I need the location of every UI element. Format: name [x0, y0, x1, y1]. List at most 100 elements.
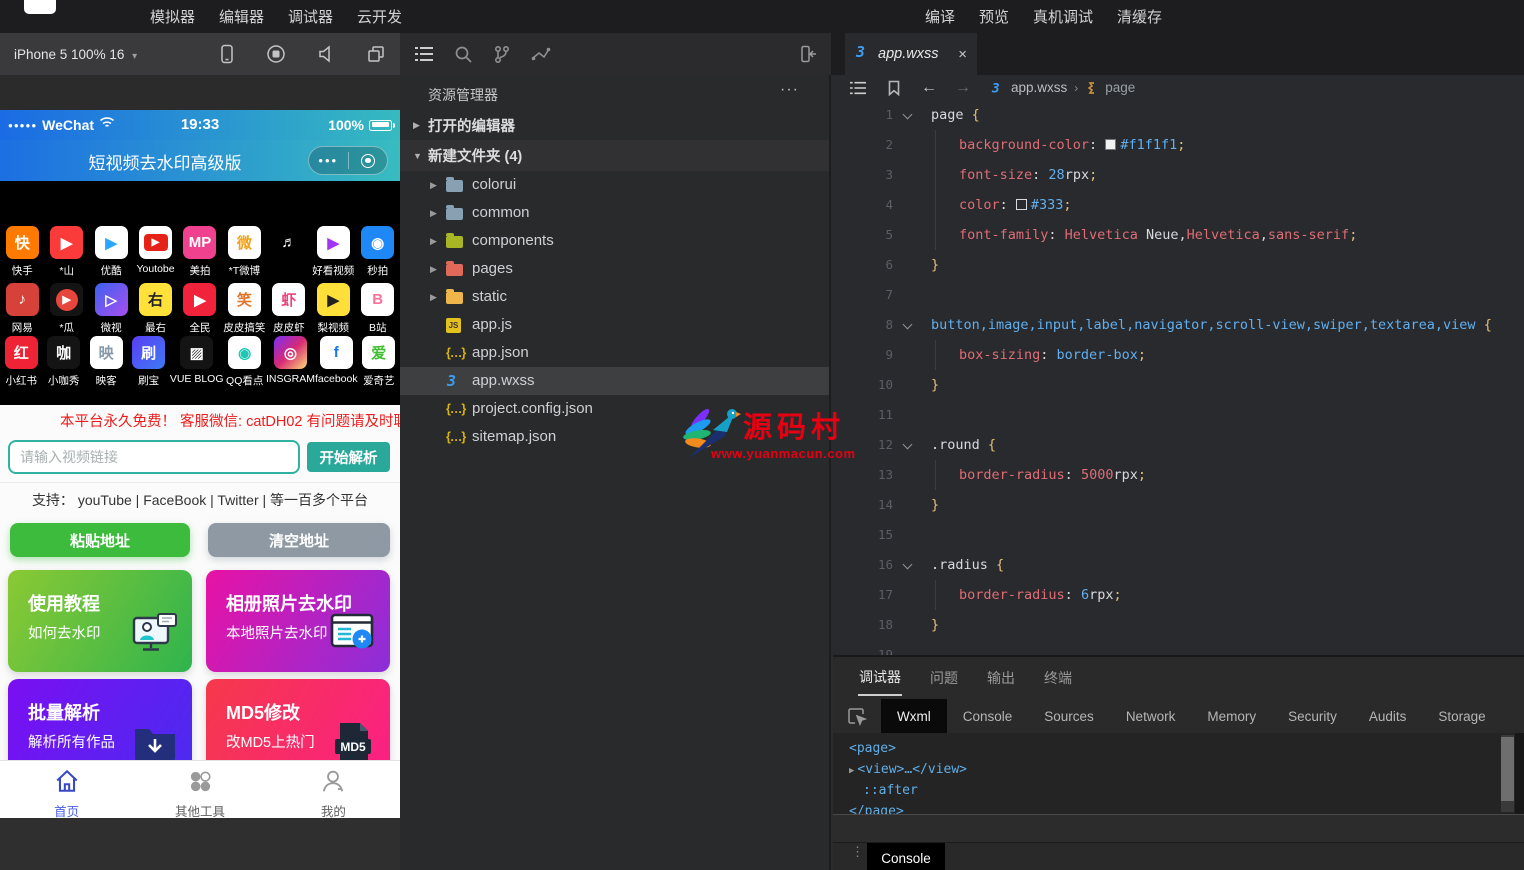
devtools-tab-security[interactable]: Security — [1272, 699, 1353, 733]
chevron-right-icon[interactable]: ▶ — [430, 264, 437, 275]
app-icon-item[interactable]: 虾皮皮虾 — [267, 283, 311, 337]
tab-app-wxss[interactable]: 3 app.wxss × — [845, 33, 977, 75]
feature-card-0[interactable]: 使用教程 如何去水印 — [8, 570, 192, 672]
exit-target-icon[interactable] — [349, 153, 388, 168]
app-icon-item[interactable]: ♪ 网易 — [0, 283, 44, 337]
back-arrow-icon[interactable]: ← — [921, 79, 937, 97]
tabbar-item-2[interactable]: 我的 — [267, 761, 400, 818]
devtools-tab-wxml[interactable]: Wxml — [881, 699, 947, 733]
wxml-node-0[interactable]: <page> — [833, 738, 1524, 759]
debugger-tab-1[interactable]: 问题 — [929, 659, 959, 695]
devtools-tab-storage[interactable]: Storage — [1422, 699, 1501, 733]
menubar-action-3[interactable]: 清缓存 — [1117, 6, 1162, 27]
chevron-right-icon[interactable]: ▶ — [430, 292, 437, 303]
more-dots-icon[interactable]: ••• — [309, 148, 348, 174]
devtools-tab-sources[interactable]: Sources — [1028, 699, 1110, 733]
start-parse-button[interactable]: 开始解析 — [307, 442, 390, 472]
app-icon-item[interactable]: f facebook — [315, 336, 358, 390]
app-icon-item[interactable]: ▶ 好看视频 — [311, 226, 355, 280]
app-icon-item[interactable]: ♬ — [267, 226, 311, 280]
inspect-element-icon[interactable] — [833, 699, 881, 733]
collapse-panel-icon[interactable] — [799, 44, 819, 64]
app-icon-item[interactable]: 咖小咖秀 — [42, 336, 84, 390]
debugger-tab-3[interactable]: 终端 — [1043, 659, 1073, 695]
breadcrumb-node[interactable]: page — [1105, 80, 1135, 95]
explorer-section-1[interactable]: ▼ 新建文件夹 (4) — [400, 140, 829, 171]
expand-arrow-icon[interactable]: ▶ — [849, 766, 854, 776]
app-icon-item[interactable]: ▶ 梨视频 — [311, 283, 355, 337]
tabbar-item-1[interactable]: 其他工具 — [133, 761, 266, 818]
menubar-action-1[interactable]: 预览 — [979, 6, 1009, 27]
breadcrumb-file[interactable]: app.wxss — [1011, 80, 1067, 95]
app-icon-item[interactable]: ▶ 全民 — [178, 283, 222, 337]
record-stop-icon[interactable] — [266, 44, 286, 64]
app-icon-item[interactable]: B B站 — [356, 283, 400, 337]
drawer-handle-icon[interactable]: ⋮ — [851, 845, 864, 858]
devtools-tab-audits[interactable]: Audits — [1353, 699, 1423, 733]
fold-chevron-icon[interactable] — [902, 109, 913, 120]
chevron-right-icon[interactable]: ▶ — [430, 208, 437, 219]
menubar-item-0[interactable]: 模拟器 — [150, 6, 195, 27]
scrollbar-thumb[interactable] — [1501, 737, 1514, 801]
chevron-right-icon[interactable]: ▶ — [430, 236, 437, 247]
chevron-right-icon[interactable]: ▶ — [430, 180, 437, 191]
chevron-right-icon[interactable]: ▶ — [413, 120, 420, 131]
app-icon-item[interactable]: ◉ QQ看点 — [224, 336, 266, 390]
tree-item-colorui[interactable]: ▶ colorui — [400, 171, 829, 199]
tree-item-app.js[interactable]: JS app.js — [400, 311, 829, 339]
tree-item-app.json[interactable]: {…} app.json — [400, 339, 829, 367]
app-icon-item[interactable]: ▶ Youtobe — [133, 226, 177, 280]
clear-url-button[interactable]: 清空地址 — [208, 523, 390, 557]
app-icon-item[interactable]: 映映客 — [85, 336, 127, 390]
wxml-node-2[interactable]: ::after — [833, 780, 1524, 801]
phone-icon[interactable] — [218, 44, 236, 64]
app-icon-item[interactable]: ▶ *山 — [44, 226, 88, 280]
fold-chevron-icon[interactable] — [902, 319, 913, 330]
tree-item-common[interactable]: ▶ common — [400, 199, 829, 227]
app-icon-item[interactable]: ▨ VUE BLOG — [170, 336, 224, 390]
debugger-tab-0[interactable]: 调试器 — [858, 658, 902, 696]
debugger-tab-2[interactable]: 输出 — [986, 659, 1016, 695]
list-icon[interactable] — [849, 80, 867, 96]
more-actions-icon[interactable]: ··· — [780, 81, 799, 99]
tree-item-project.config.json[interactable]: {…} project.config.json — [400, 395, 829, 423]
tabbar-item-0[interactable]: 首页 — [0, 761, 133, 818]
app-icon-item[interactable]: 刷刷宝 — [127, 336, 169, 390]
bookmark-icon[interactable] — [887, 80, 901, 96]
tree-item-components[interactable]: ▶ components — [400, 227, 829, 255]
wxml-node-1[interactable]: ▶ <view>…</view> — [833, 759, 1524, 780]
app-icon-item[interactable]: ▷ 微视 — [89, 283, 133, 337]
console-drawer-tab[interactable]: Console — [867, 843, 945, 870]
speaker-icon[interactable] — [316, 44, 336, 64]
menubar-action-0[interactable]: 编译 — [925, 6, 955, 27]
list-icon[interactable] — [414, 45, 434, 63]
git-branch-icon[interactable] — [493, 45, 511, 64]
video-link-input[interactable] — [8, 440, 300, 474]
app-icon-item[interactable]: ▶ *瓜 — [44, 283, 88, 337]
app-icon-item[interactable]: ◎ INSGRAM — [266, 336, 315, 390]
close-icon[interactable]: × — [958, 46, 967, 63]
tree-item-pages[interactable]: ▶ pages — [400, 255, 829, 283]
device-selector[interactable]: iPhone 5 100% 16 ▾ — [14, 47, 137, 62]
windows-icon[interactable] — [366, 44, 386, 64]
fold-chevron-icon[interactable] — [902, 439, 913, 450]
search-icon[interactable] — [454, 45, 473, 64]
chevron-down-icon[interactable]: ▼ — [413, 151, 422, 161]
app-icon-item[interactable]: ▶ 优酷 — [89, 226, 133, 280]
wxml-node-3[interactable]: </page> — [833, 801, 1524, 814]
color-swatch[interactable] — [1105, 139, 1117, 150]
explorer-section-0[interactable]: ▶ 打开的编辑器 — [400, 110, 829, 140]
devtools-tab-console[interactable]: Console — [947, 699, 1029, 733]
app-icon-item[interactable]: 快快手 — [0, 226, 44, 280]
app-icon-item[interactable]: 笑皮皮搞笑 — [222, 283, 266, 337]
app-icon-item[interactable]: 右最右 — [133, 283, 177, 337]
app-icon-item[interactable]: 爱爱奇艺 — [358, 336, 400, 390]
menubar-item-2[interactable]: 调试器 — [288, 6, 333, 27]
devtools-tab-network[interactable]: Network — [1110, 699, 1192, 733]
color-swatch[interactable] — [1015, 199, 1027, 210]
fold-chevron-icon[interactable] — [902, 559, 913, 570]
app-icon-item[interactable]: 红小红书 — [0, 336, 42, 390]
menubar-item-1[interactable]: 编辑器 — [219, 6, 264, 27]
app-icon-item[interactable]: ◉ 秒拍 — [356, 226, 400, 280]
network-graph-icon[interactable] — [531, 45, 551, 63]
